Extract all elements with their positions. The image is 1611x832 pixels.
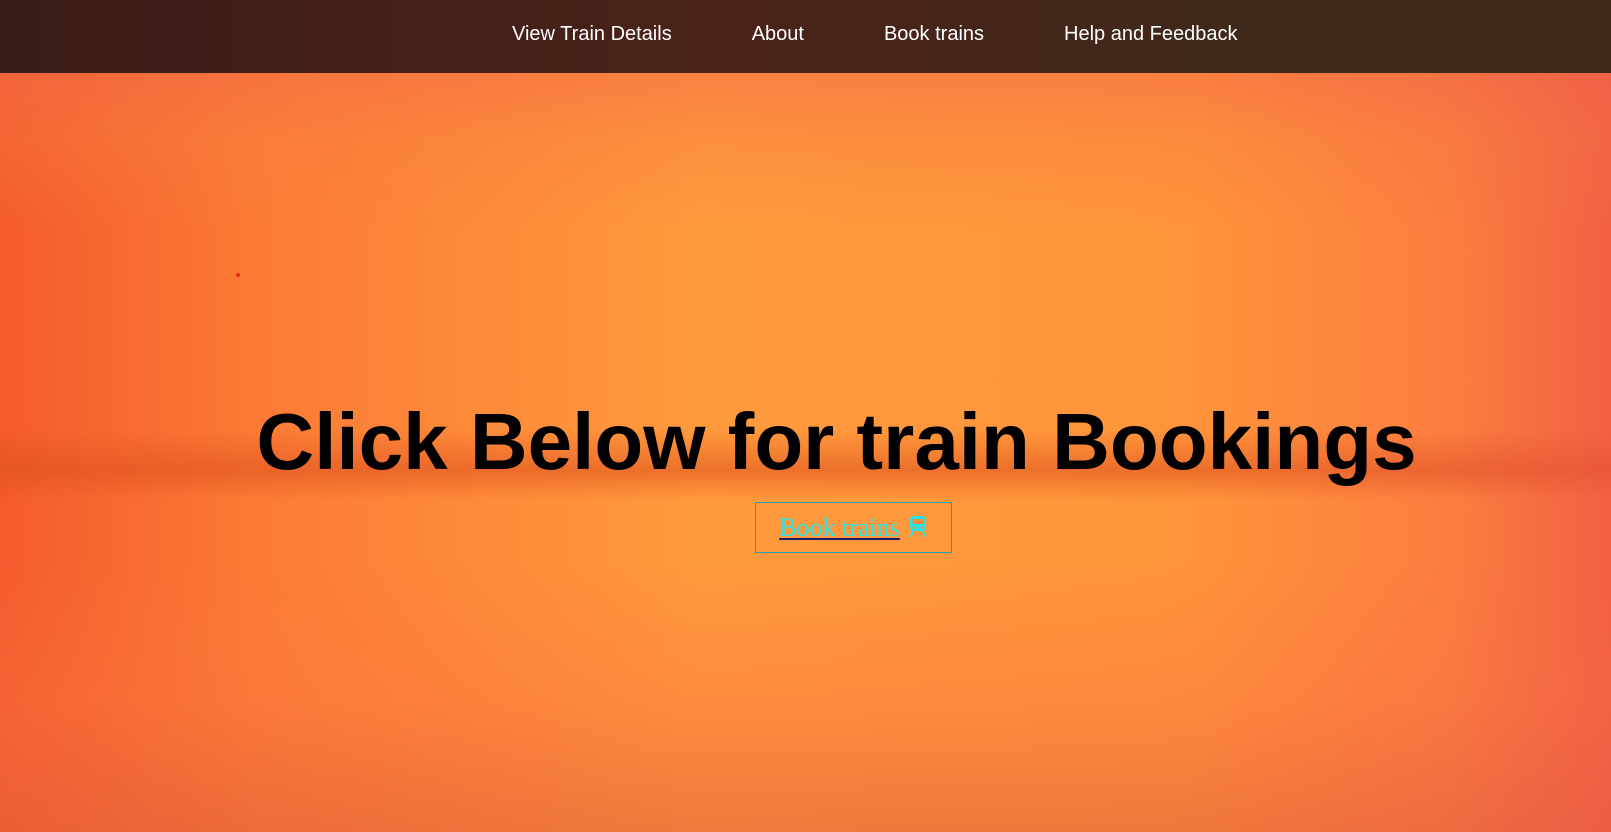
red-dot bbox=[236, 273, 240, 277]
nav-item-about[interactable]: About bbox=[752, 23, 804, 46]
train-icon bbox=[908, 514, 928, 537]
top-navbar: View Train Details About Book trains Hel… bbox=[0, 0, 1611, 73]
nav-item-help-and-feedback[interactable]: Help and Feedback bbox=[1064, 23, 1237, 46]
nav-list: View Train Details About Book trains Hel… bbox=[512, 0, 1237, 68]
book-trains-link[interactable]: Book trains bbox=[779, 513, 928, 543]
nav-item-view-train-details[interactable]: View Train Details bbox=[512, 23, 672, 46]
hero-headline: Click Below for train Bookings bbox=[256, 397, 1417, 486]
nav-item-book-trains[interactable]: Book trains bbox=[884, 23, 984, 46]
book-trains-label: Book trains bbox=[779, 512, 900, 542]
book-trains-box: Book trains bbox=[755, 502, 952, 553]
